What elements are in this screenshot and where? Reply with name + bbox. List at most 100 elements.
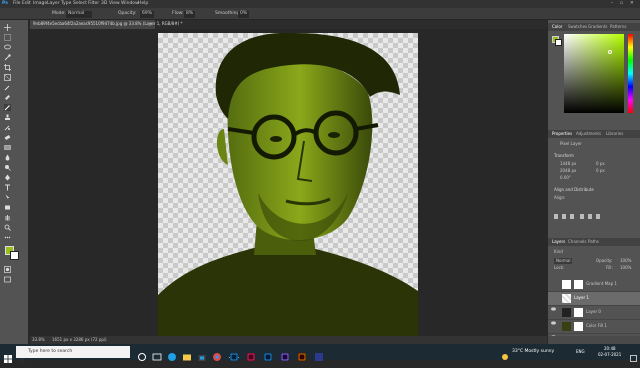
healing-brush-tool-icon[interactable] bbox=[4, 94, 11, 101]
tab-color[interactable]: Color bbox=[552, 24, 562, 29]
quick-mask-icon[interactable] bbox=[4, 266, 11, 273]
notification-icon[interactable] bbox=[630, 348, 637, 362]
angle-field[interactable]: 0.00° bbox=[560, 176, 571, 180]
search-icon[interactable] bbox=[603, 11, 610, 27]
tab-properties[interactable]: Properties bbox=[552, 131, 572, 136]
layer-name[interactable]: Layer 0 bbox=[586, 310, 601, 314]
history-brush-tool-icon[interactable] bbox=[4, 124, 11, 131]
tab-adjustments[interactable]: Adjustments bbox=[576, 131, 601, 136]
layer-mask-thumbnail[interactable] bbox=[574, 322, 583, 331]
clock-date[interactable]: 02-07-2021 bbox=[598, 353, 621, 357]
tab-swatches[interactable]: Swatches bbox=[568, 24, 587, 29]
brush-settings-icon[interactable] bbox=[38, 11, 44, 26]
x-field[interactable]: 0 px bbox=[596, 162, 605, 166]
weather-text[interactable]: 33°C Mostly sunny bbox=[512, 349, 554, 355]
hand-tool-icon[interactable] bbox=[4, 214, 11, 221]
lasso-tool-icon[interactable] bbox=[4, 44, 11, 51]
gradient-tool-icon[interactable] bbox=[4, 144, 11, 151]
y-field[interactable]: 0 px bbox=[596, 169, 605, 173]
blur-tool-icon[interactable] bbox=[4, 154, 11, 161]
document-canvas[interactable] bbox=[158, 33, 418, 336]
blend-mode-select[interactable]: Normal bbox=[554, 258, 573, 264]
layer-thumbnail[interactable] bbox=[562, 308, 571, 317]
eyedropper-tool-icon[interactable] bbox=[4, 84, 11, 91]
screen-mode-icon[interactable] bbox=[4, 276, 11, 283]
quick-select-tool-icon[interactable] bbox=[4, 54, 11, 61]
tab-layers[interactable]: Layers bbox=[552, 239, 565, 244]
visibility-eye-icon[interactable] bbox=[551, 282, 556, 297]
zoom-level[interactable]: 33.8% bbox=[32, 338, 45, 342]
menu-file[interactable]: File bbox=[13, 1, 21, 6]
menu-help[interactable]: Help bbox=[138, 1, 148, 6]
layer-name[interactable]: Layer 1 bbox=[574, 296, 589, 300]
layer-name[interactable]: Gradient Map 1 bbox=[586, 282, 617, 286]
tab-paths[interactable]: Paths bbox=[588, 239, 599, 244]
layer-opacity-input[interactable]: 100% bbox=[620, 259, 631, 263]
crop-tool-icon[interactable] bbox=[4, 64, 11, 71]
workspace-icon[interactable] bbox=[614, 11, 620, 26]
marquee-tool-icon[interactable] bbox=[4, 34, 11, 41]
dodge-tool-icon[interactable] bbox=[4, 164, 11, 171]
clone-stamp-tool-icon[interactable] bbox=[4, 114, 11, 121]
eraser-tool-icon[interactable] bbox=[4, 134, 11, 141]
layer-mask-thumbnail[interactable] bbox=[574, 308, 583, 317]
opacity-input[interactable]: 69% bbox=[140, 11, 155, 18]
lightroom-icon[interactable] bbox=[263, 347, 273, 361]
weather-icon[interactable] bbox=[500, 347, 510, 360]
brush-tool-icon[interactable] bbox=[4, 104, 11, 111]
rectangle-tool-icon[interactable] bbox=[4, 204, 11, 211]
symmetry-icon[interactable] bbox=[300, 11, 306, 26]
background-color-swatch[interactable] bbox=[10, 251, 19, 260]
layer-mask-thumbnail[interactable] bbox=[574, 280, 583, 289]
layer-name[interactable]: Color Fill 1 bbox=[586, 324, 607, 328]
hue-slider[interactable] bbox=[628, 34, 633, 113]
document-tab[interactable]: 9nb89f4e5ecba64f2a2aeac95510f9474b.jpg @… bbox=[30, 20, 183, 29]
brush-preset-icon[interactable] bbox=[18, 11, 24, 26]
height-field[interactable]: 2048 px bbox=[560, 169, 576, 173]
width-field[interactable]: 1448 px bbox=[560, 162, 576, 166]
pen-tool-icon[interactable] bbox=[4, 174, 11, 181]
maximize-button[interactable]: ▫ bbox=[620, 1, 623, 6]
menu-3d[interactable]: 3D bbox=[101, 1, 107, 6]
color-picker-handle[interactable] bbox=[608, 50, 612, 54]
color-picker-field[interactable] bbox=[564, 34, 624, 113]
chrome-icon[interactable] bbox=[212, 347, 222, 361]
media-icon[interactable] bbox=[314, 347, 324, 361]
menu-view[interactable]: View bbox=[109, 1, 120, 6]
store-icon[interactable] bbox=[197, 347, 207, 361]
menu-image[interactable]: Image bbox=[33, 1, 47, 6]
layer-row-layer-0[interactable]: Layer 0 bbox=[548, 306, 640, 325]
cortana-icon[interactable] bbox=[137, 347, 147, 361]
visibility-eye-icon[interactable] bbox=[551, 310, 556, 325]
share-icon[interactable] bbox=[627, 11, 633, 26]
layer-filter-kind[interactable]: Kind bbox=[554, 250, 563, 254]
align-buttons[interactable] bbox=[554, 204, 614, 219]
close-button[interactable]: ✕ bbox=[630, 1, 634, 6]
home-icon[interactable] bbox=[3, 11, 9, 26]
language-indicator[interactable]: ENG bbox=[576, 350, 585, 354]
layer-thumbnail[interactable] bbox=[562, 294, 571, 303]
menu-filter[interactable]: Filter bbox=[88, 1, 99, 6]
menu-select[interactable]: Select bbox=[73, 1, 87, 6]
fill-color-thumbnail[interactable] bbox=[562, 322, 571, 331]
fill-input[interactable]: 100% bbox=[620, 266, 631, 270]
smoothing-input[interactable]: 0% bbox=[238, 11, 250, 18]
clock-time[interactable]: 20:48 bbox=[604, 347, 616, 351]
close-tab-icon[interactable]: ✕ bbox=[149, 22, 152, 26]
flow-input[interactable]: 8% bbox=[184, 11, 196, 18]
visibility-eye-icon[interactable] bbox=[551, 296, 556, 311]
tab-gradients[interactable]: Gradients bbox=[588, 24, 608, 29]
menu-layer[interactable]: Layer bbox=[47, 1, 60, 6]
task-view-icon[interactable] bbox=[152, 347, 162, 361]
smoothing-options-icon[interactable] bbox=[258, 11, 264, 26]
tab-patterns[interactable]: Patterns bbox=[610, 24, 626, 29]
edge-icon[interactable] bbox=[167, 347, 177, 361]
color-panel-bg-swatch[interactable] bbox=[555, 39, 562, 46]
layer-actions-icons[interactable] bbox=[588, 338, 633, 353]
pressure-icon[interactable] bbox=[281, 11, 287, 26]
visibility-eye-icon[interactable] bbox=[551, 324, 556, 339]
taskbar-search-box[interactable]: Type here to search bbox=[16, 346, 130, 365]
frame-tool-icon[interactable] bbox=[4, 74, 11, 81]
menu-type[interactable]: Type bbox=[61, 1, 71, 6]
move-tool-icon[interactable] bbox=[4, 24, 11, 31]
